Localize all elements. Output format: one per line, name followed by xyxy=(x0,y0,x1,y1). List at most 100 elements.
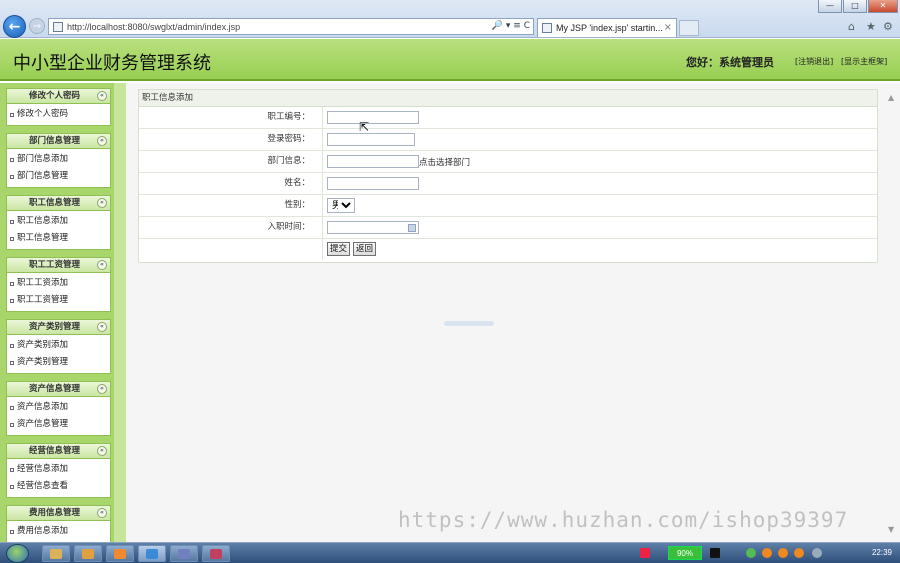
taskbar-app-3[interactable] xyxy=(106,545,134,562)
minimize-button[interactable]: — xyxy=(818,0,842,13)
menu-group-header[interactable]: 资产信息管理 « xyxy=(6,381,111,397)
collapse-icon[interactable]: « xyxy=(97,446,107,456)
collapse-icon[interactable]: « xyxy=(97,91,107,101)
sidebar-menu-item[interactable]: 经营信息添加 xyxy=(7,461,110,478)
sidebar-menu-item-label: 职工工资管理 xyxy=(17,295,69,305)
scroll-up-icon[interactable]: ▲ xyxy=(888,93,894,102)
maximize-button[interactable]: □ xyxy=(843,0,867,13)
address-url[interactable]: http://localhost:8080/swglxt/admin/index… xyxy=(67,22,240,32)
tray-qq-icon[interactable] xyxy=(778,548,788,558)
tray-wifi-icon[interactable] xyxy=(812,548,822,558)
tray-app-icon[interactable] xyxy=(640,548,650,558)
tray-network-icon[interactable] xyxy=(746,548,756,558)
new-tab-button[interactable] xyxy=(679,20,699,36)
menu-group-header[interactable]: 修改个人密码 « xyxy=(6,88,111,104)
password-input[interactable] xyxy=(327,133,415,146)
menu-group-title: 修改个人密码 xyxy=(29,91,81,101)
vertical-scrollbar[interactable]: ▲ ▼ xyxy=(884,83,900,542)
emp-no-label: 职工编号： xyxy=(139,107,323,128)
select-department-link[interactable]: 点击选择部门 xyxy=(419,156,470,168)
window-controls: — □ ✕ xyxy=(818,0,898,13)
collapse-icon[interactable]: « xyxy=(97,384,107,394)
menu-group-body: 资产信息添加 资产信息管理 xyxy=(6,397,111,436)
bullet-icon xyxy=(10,361,14,365)
taskbar-app-2[interactable] xyxy=(74,545,102,562)
forward-button[interactable]: → xyxy=(29,18,45,34)
collapse-icon[interactable]: « xyxy=(97,508,107,518)
menu-group-header[interactable]: 费用信息管理 « xyxy=(6,505,111,521)
sidebar-menu-item[interactable]: 资产类别管理 xyxy=(7,354,110,371)
menu-group: 职工工资管理 «职工工资添加 职工工资管理 xyxy=(6,257,111,312)
bullet-icon xyxy=(10,299,14,303)
tab-favicon-icon xyxy=(542,23,552,33)
taskbar-app-6[interactable] xyxy=(202,545,230,562)
sidebar-menu-item-label: 经营信息查看 xyxy=(17,481,69,491)
emp-no-input[interactable] xyxy=(327,111,419,124)
home-icon[interactable]: ⌂ xyxy=(848,20,855,33)
sidebar-menu-item[interactable]: 职工信息管理 xyxy=(7,230,110,247)
battery-indicator[interactable]: 90% xyxy=(668,546,702,560)
sidebar-menu-item-label: 费用信息添加 xyxy=(17,526,69,536)
show-main-frame-link[interactable]: [显示主框架] xyxy=(841,56,887,67)
menu-group-title: 职工工资管理 xyxy=(29,260,81,270)
collapse-icon[interactable]: « xyxy=(97,136,107,146)
collapse-icon[interactable]: « xyxy=(97,198,107,208)
sidebar-menu-item-label: 经营信息添加 xyxy=(17,464,69,474)
department-input[interactable] xyxy=(327,155,419,168)
bullet-icon xyxy=(10,175,14,179)
gender-select[interactable]: 男 xyxy=(327,198,355,213)
menu-group-header[interactable]: 职工工资管理 « xyxy=(6,257,111,273)
menu-group-header[interactable]: 职工信息管理 « xyxy=(6,195,111,211)
plug-icon[interactable] xyxy=(710,548,720,558)
logout-link[interactable]: [注销退出] xyxy=(795,56,833,67)
scroll-down-icon[interactable]: ▼ xyxy=(888,525,894,534)
sidebar-menu-item[interactable]: 资产信息管理 xyxy=(7,416,110,433)
sidebar-menu-item[interactable]: 部门信息管理 xyxy=(7,168,110,185)
sidebar-menu-item[interactable]: 职工信息添加 xyxy=(7,213,110,230)
close-window-button[interactable]: ✕ xyxy=(868,0,898,13)
sidebar-menu-item-label: 职工工资添加 xyxy=(17,278,69,288)
sidebar-menu-item[interactable]: 经营信息查看 xyxy=(7,478,110,495)
collapse-icon[interactable]: « xyxy=(97,260,107,270)
calendar-icon[interactable] xyxy=(408,224,416,232)
submit-button[interactable]: 提交 xyxy=(327,242,351,256)
taskbar-app-5[interactable] xyxy=(170,545,198,562)
tray-qq-icon[interactable] xyxy=(794,548,804,558)
back-button[interactable]: ← xyxy=(3,15,26,38)
start-button[interactable] xyxy=(6,544,29,563)
sidebar-divider[interactable] xyxy=(114,83,126,542)
bullet-icon xyxy=(10,237,14,241)
sidebar-menu-item[interactable]: 职工工资添加 xyxy=(7,275,110,292)
menu-group-body: 部门信息添加 部门信息管理 xyxy=(6,149,111,188)
sidebar-menu-item-label: 资产类别管理 xyxy=(17,357,69,367)
menu-group-header[interactable]: 经营信息管理 « xyxy=(6,443,111,459)
tab-close-icon[interactable]: × xyxy=(664,22,672,33)
sidebar-menu-item[interactable]: 资产类别添加 xyxy=(7,337,110,354)
menu-group: 费用信息管理 « 费用信息添加 xyxy=(6,505,111,542)
address-tools[interactable]: 🔎 ▾ ≡ C xyxy=(492,21,530,31)
taskbar-clock[interactable]: 22:39 xyxy=(872,548,892,557)
hire-date-input[interactable] xyxy=(327,221,419,234)
back-return-button[interactable]: 返回 xyxy=(353,242,377,256)
address-bar[interactable]: http://localhost:8080/swglxt/admin/index… xyxy=(48,18,534,35)
page-icon xyxy=(53,22,63,32)
menu-group-header[interactable]: 资产类别管理 « xyxy=(6,319,111,335)
settings-gear-icon[interactable]: ⚙ xyxy=(883,20,893,33)
menu-group-title: 资产类别管理 xyxy=(29,322,81,332)
name-input[interactable] xyxy=(327,177,419,190)
sidebar-menu-item[interactable]: 资产信息添加 xyxy=(7,399,110,416)
taskbar-explorer[interactable] xyxy=(42,545,70,562)
browser-tab[interactable]: My JSP 'index.jsp' startin... × xyxy=(537,18,677,37)
sidebar-menu-item[interactable]: 职工工资管理 xyxy=(7,292,110,309)
sidebar-menu-item[interactable]: 部门信息添加 xyxy=(7,151,110,168)
taskbar-ie[interactable] xyxy=(138,545,166,562)
favorites-star-icon[interactable]: ★ xyxy=(866,20,876,33)
sidebar-menu-item[interactable]: 修改个人密码 xyxy=(7,106,110,123)
bullet-icon xyxy=(10,113,14,117)
tray-qq-icon[interactable] xyxy=(762,548,772,558)
bullet-icon xyxy=(10,344,14,348)
menu-group-header[interactable]: 部门信息管理 « xyxy=(6,133,111,149)
collapse-icon[interactable]: « xyxy=(97,322,107,332)
sidebar-menu-item[interactable]: 费用信息添加 xyxy=(7,523,110,540)
system-title: 中小型企业财务管理系统 xyxy=(13,53,211,74)
